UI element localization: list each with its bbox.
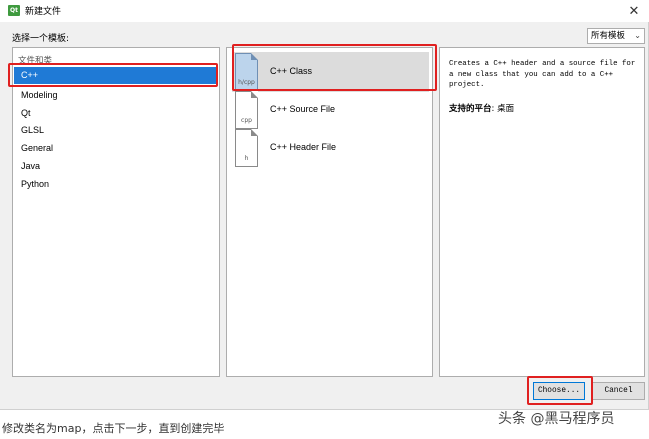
supported-platforms: 支持的平台: 桌面 xyxy=(449,102,514,114)
template-item-cpp-source[interactable]: cpp C++ Source File xyxy=(232,90,429,130)
template-item-cpp-header[interactable]: h C++ Header File xyxy=(232,128,429,168)
category-item-general[interactable]: General xyxy=(14,140,218,157)
close-icon[interactable]: ✕ xyxy=(625,2,643,20)
file-ext-label: cpp xyxy=(241,117,252,124)
category-item-python[interactable]: Python xyxy=(14,176,218,193)
category-item-java[interactable]: Java xyxy=(14,158,218,175)
template-description-panel: Creates a C++ header and a source file f… xyxy=(439,47,645,377)
qt-app-icon: Qt xyxy=(8,5,20,16)
template-description: Creates a C++ header and a source file f… xyxy=(449,60,636,89)
watermark: 头条 @黑马程序员 xyxy=(498,411,615,427)
platform-label: 支持的平台 xyxy=(449,104,492,114)
highlight-box-template xyxy=(232,44,437,91)
highlight-box-choose xyxy=(527,376,593,405)
category-item-qt[interactable]: Qt xyxy=(14,105,218,122)
template-filter-value: 所有模板 xyxy=(591,31,626,41)
caption-text: 修改类名为map，点击下一步，直到创建完毕 xyxy=(2,422,225,435)
platform-value: : 桌面 xyxy=(491,104,515,114)
window-title: 新建文件 xyxy=(25,7,62,17)
template-list: h/cpp C++ Class cpp C++ Source File h C+… xyxy=(226,47,433,377)
title-bar: Qt 新建文件 ✕ xyxy=(0,0,649,22)
new-file-dialog: Qt 新建文件 ✕ 选择一个模板: 所有模板 ⌄ 文件和类 C++ Modeli… xyxy=(0,0,649,410)
choose-template-label: 选择一个模板: xyxy=(12,34,70,44)
cpp-header-file-icon: h xyxy=(235,129,258,167)
chevron-down-icon: ⌄ xyxy=(634,31,641,40)
category-list: 文件和类 C++ Modeling Qt GLSL General Java P… xyxy=(12,47,220,377)
template-name: C++ Header File xyxy=(270,142,337,152)
file-ext-label: h xyxy=(244,155,249,162)
category-item-modeling[interactable]: Modeling xyxy=(14,87,218,104)
cpp-source-file-icon: cpp xyxy=(235,91,258,129)
category-item-glsl[interactable]: GLSL xyxy=(14,122,218,139)
cancel-button[interactable]: Cancel xyxy=(592,382,645,400)
template-filter-select[interactable]: 所有模板 ⌄ xyxy=(587,28,645,44)
template-name: C++ Source File xyxy=(270,104,336,114)
highlight-box-category xyxy=(8,63,218,87)
